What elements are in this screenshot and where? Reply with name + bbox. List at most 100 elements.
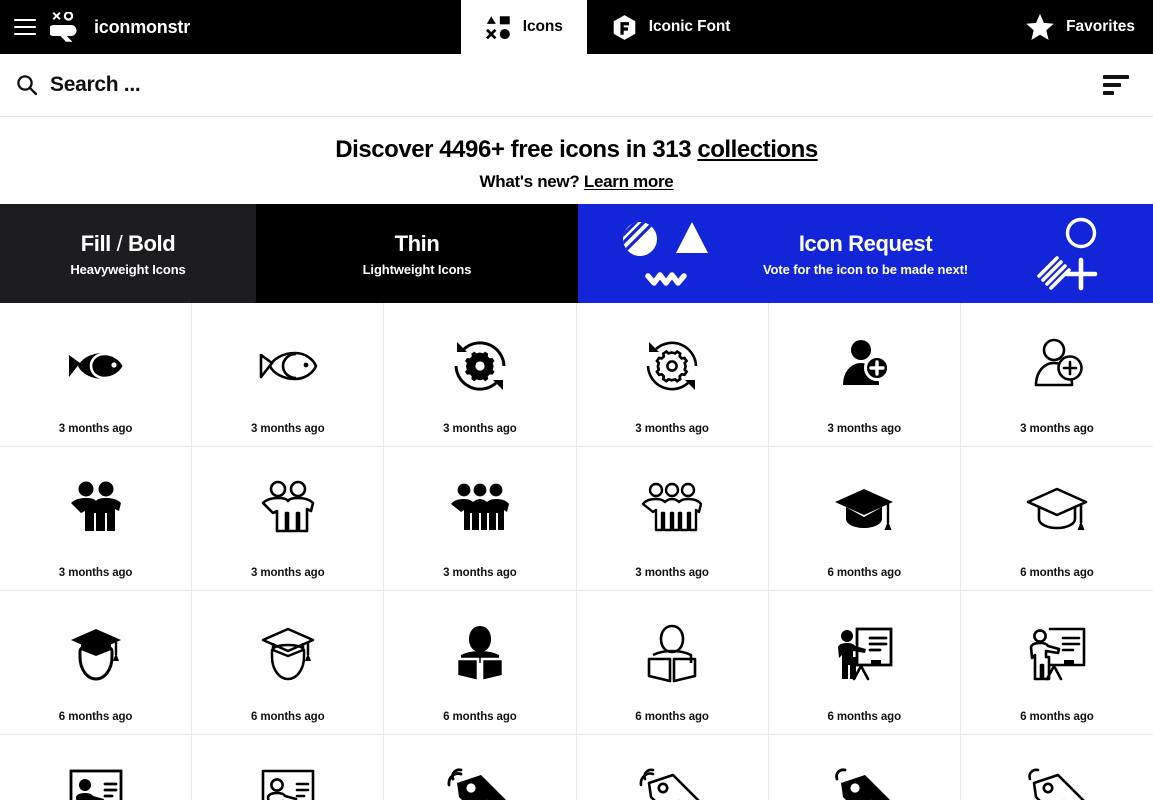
hamburger-bar: [14, 19, 36, 22]
graduate-head-thin-icon: [261, 628, 314, 681]
price-tag-filled-icon: $: [447, 768, 506, 800]
icon-timestamp: 3 months ago: [443, 567, 517, 580]
banner-thin-content: Thin Lightweight Icons: [363, 231, 472, 277]
banner-fill-bold-content: Fill / Bold Heavyweight Icons: [70, 231, 185, 277]
filter-bar: [1103, 91, 1114, 95]
icon-timestamp: 6 months ago: [1020, 711, 1094, 724]
sale-tag-filled-icon: $: [835, 768, 890, 800]
reader-filled-icon: [455, 626, 505, 683]
icon-card[interactable]: 6 months ago: [0, 591, 193, 736]
group-filled-icon: [450, 483, 509, 531]
favorites-link[interactable]: Favorites: [1025, 12, 1135, 42]
tab-icons[interactable]: Icons: [460, 0, 587, 54]
icon-card[interactable]: 6 months ago: [768, 591, 961, 736]
banner-fill-title-a: Fill: [80, 230, 112, 256]
plus-icon: [1064, 258, 1098, 291]
icon-card[interactable]: 6 months ago: [768, 447, 961, 592]
learn-more-link[interactable]: Learn more: [584, 172, 674, 191]
discover-middle: free icons in: [504, 136, 653, 163]
tab-iconic-font-label: Iconic Font: [648, 18, 731, 35]
tab-iconic-font[interactable]: Iconic Font: [587, 0, 755, 54]
top-navigation-bar: iconmonstr Icons Iconic Font Favorites: [0, 0, 1153, 54]
icon-card[interactable]: $: [384, 735, 577, 800]
discover-prefix: Discover: [335, 136, 440, 163]
icon-timestamp: 3 months ago: [635, 567, 709, 580]
sale-tag-thin-icon: $: [1028, 768, 1085, 800]
icon-timestamp: 3 months ago: [250, 567, 325, 580]
collections-link[interactable]: collections: [697, 136, 818, 163]
icon-timestamp: 6 months ago: [827, 711, 902, 724]
icon-card[interactable]: 3 months ago: [0, 303, 193, 448]
price-tag-thin-icon: $: [639, 768, 700, 800]
tab-icons-label: Icons: [522, 18, 563, 35]
icon-card[interactable]: 3 months ago: [960, 303, 1153, 448]
banner-fill-bold[interactable]: Fill / Bold Heavyweight Icons: [0, 204, 256, 304]
icon-card[interactable]: $: [576, 735, 769, 800]
hamburger-bar: [14, 32, 36, 35]
banner-decor-left: [623, 222, 708, 287]
promo-banners: Fill / Bold Heavyweight Icons Thin Light…: [0, 204, 1153, 304]
icon-card[interactable]: 6 months ago: [960, 447, 1153, 592]
icon-timestamp: 3 months ago: [827, 423, 902, 436]
icon-card[interactable]: $: [768, 735, 961, 800]
banner-icon-request-title: Icon Request: [798, 230, 933, 256]
banner-fill-title-slash: /: [116, 230, 123, 256]
user-add-filled-icon: [843, 340, 891, 386]
striped-rhombus-icon: [1037, 256, 1071, 291]
banner-fill-bold-title: Fill / Bold: [70, 231, 185, 256]
gear-refresh-filled-icon: [454, 341, 506, 391]
striped-circle-icon: [623, 222, 657, 257]
icon-card[interactable]: 3 months ago: [192, 303, 385, 448]
filter-bar: [1103, 83, 1121, 87]
banner-fill-bold-subtitle: Heavyweight Icons: [70, 262, 186, 278]
zigzag-icon: [645, 272, 687, 287]
banner-decor-right: [1037, 218, 1098, 291]
user-add-thin-icon: [1034, 339, 1083, 387]
icon-card[interactable]: 3 months ago: [0, 447, 193, 592]
circle-outline-icon: [1065, 218, 1097, 249]
reader-thin-icon: [647, 625, 697, 683]
icon-card[interactable]: 6 months ago: [576, 591, 769, 736]
search-bar: [0, 54, 1153, 117]
icon-card[interactable]: 3 months ago: [768, 303, 961, 448]
banner-icon-request[interactable]: Icon Request Vote for the icon to be mad…: [578, 204, 1153, 304]
banner-fill-title-b: Bold: [128, 230, 176, 256]
banner-thin-subtitle: Lightweight Icons: [362, 262, 472, 278]
whats-new-label: What's new?: [479, 172, 584, 192]
banner-icon-request-subtitle: Vote for the icon to be made next!: [762, 262, 969, 278]
hexagon-f-icon: [613, 14, 636, 40]
icon-card[interactable]: 3 months ago: [384, 303, 577, 448]
icon-timestamp: 3 months ago: [58, 423, 133, 436]
icon-card[interactable]: $: [960, 735, 1153, 800]
search-icon[interactable]: [16, 74, 38, 96]
icon-card[interactable]: 6 months ago: [384, 591, 577, 736]
icon-card[interactable]: 3 months ago: [576, 447, 769, 592]
group-thin-icon: [641, 483, 703, 532]
favorites-label: Favorites: [1066, 18, 1135, 35]
icon-timestamp: 6 months ago: [58, 711, 133, 724]
icon-card[interactable]: 6 months ago: [192, 591, 385, 736]
icon-card[interactable]: [192, 735, 385, 800]
icon-card[interactable]: 3 months ago: [192, 447, 385, 592]
nav-right-group: Favorites: [1025, 0, 1153, 54]
discover-section: Discover 4496+ free icons in 313 collect…: [0, 117, 1153, 205]
friends-thin-icon: [261, 481, 315, 533]
search-field-group: [16, 65, 1103, 105]
icon-card[interactable]: 3 months ago: [576, 303, 769, 448]
brand-logo-link[interactable]: iconmonstr: [50, 12, 190, 42]
teacher-board-thin-icon: [1029, 628, 1086, 681]
search-input[interactable]: [50, 65, 1103, 105]
icon-timestamp: 6 months ago: [1020, 567, 1094, 580]
banner-thin[interactable]: Thin Lightweight Icons: [256, 204, 578, 304]
filter-bar: [1103, 75, 1129, 79]
nav-left-group: iconmonstr: [0, 0, 190, 54]
sort-filter-icon[interactable]: [1103, 70, 1133, 100]
nav-tabs: Icons Iconic Font: [190, 0, 1025, 54]
icon-card[interactable]: 3 months ago: [384, 447, 577, 592]
hamburger-icon[interactable]: [14, 19, 36, 35]
gear-refresh-thin-icon: [646, 342, 698, 391]
icon-card[interactable]: 6 months ago: [960, 591, 1153, 736]
icon-card[interactable]: [0, 735, 193, 800]
star-icon: [1026, 13, 1054, 40]
banner-icon-request-content: Icon Request Vote for the icon to be mad…: [763, 231, 968, 277]
